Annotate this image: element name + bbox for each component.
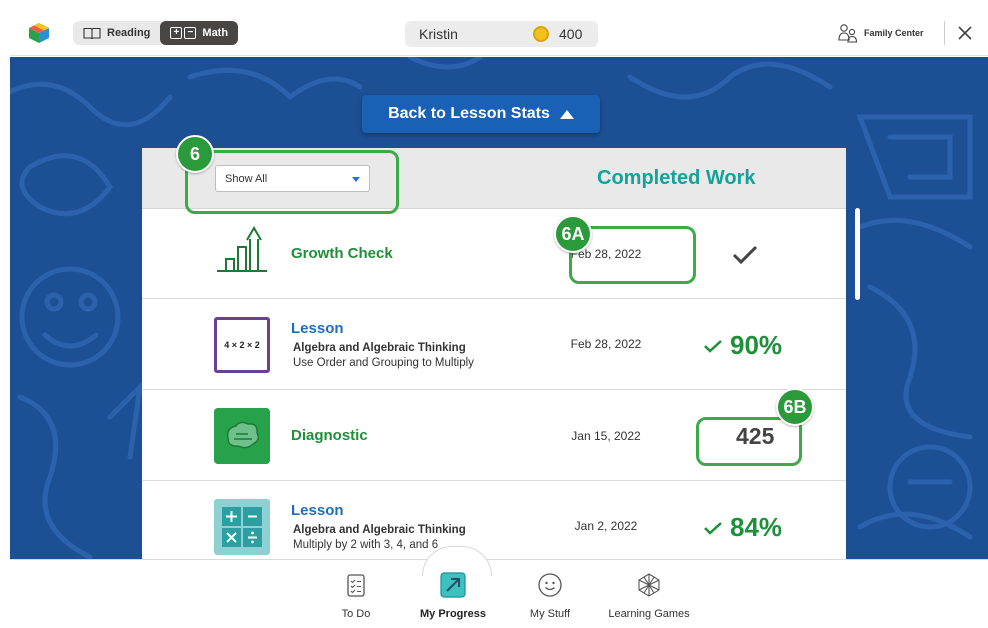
list-item[interactable]: Lesson Algebra and Algebraic Thinking Mu… bbox=[142, 481, 846, 559]
row-subtitle: Algebra and Algebraic Thinking bbox=[293, 524, 466, 536]
lesson-icon-text: 4 × 2 × 2 bbox=[224, 340, 260, 350]
app-window: Reading + − Math Kristin 400 Family Cente… bbox=[0, 0, 988, 628]
list-item[interactable]: Diagnostic Jan 15, 2022 425 bbox=[142, 390, 846, 481]
nav-todo[interactable]: To Do bbox=[306, 560, 406, 628]
subject-tab-math[interactable]: + − Math bbox=[160, 21, 239, 45]
lesson-multiply-icon: 4 × 2 × 2 bbox=[214, 317, 270, 373]
row-score: 90% bbox=[704, 330, 782, 361]
coin-count: 400 bbox=[559, 26, 583, 42]
checkmark-icon bbox=[732, 245, 758, 265]
subject-tab-reading[interactable]: Reading bbox=[73, 21, 160, 45]
back-button-label: Back to Lesson Stats bbox=[388, 105, 550, 122]
back-to-lesson-stats-button[interactable]: Back to Lesson Stats bbox=[362, 95, 600, 133]
subject-switcher: Reading + − Math bbox=[73, 21, 239, 45]
row-detail: Use Order and Grouping to Multiply bbox=[293, 357, 474, 369]
row-date: Jan 15, 2022 bbox=[571, 429, 641, 443]
callout-badge-6b: 6B bbox=[776, 388, 814, 426]
subject-label-math: Math bbox=[202, 27, 229, 39]
nav-my-stuff[interactable]: My Stuff bbox=[500, 560, 600, 628]
score-value: 90% bbox=[730, 330, 783, 360]
list-item[interactable]: Growth Check Feb 28, 2022 bbox=[142, 209, 846, 299]
chevron-down-icon bbox=[352, 177, 360, 182]
nav-learning-games[interactable]: Learning Games bbox=[599, 560, 699, 628]
caret-up-icon bbox=[559, 109, 574, 119]
diagnostic-brain-icon bbox=[214, 408, 270, 464]
nav-label: My Stuff bbox=[529, 608, 571, 620]
math-icon: + − bbox=[170, 27, 197, 39]
row-date: Jan 2, 2022 bbox=[574, 519, 638, 533]
row-detail: Multiply by 2 with 3, 4, and 6 bbox=[293, 539, 439, 551]
callout-badge-6a: 6A bbox=[554, 215, 592, 253]
list-item[interactable]: 4 × 2 × 2 Lesson Algebra and Algebraic T… bbox=[142, 299, 846, 390]
filter-dropdown[interactable]: Show All bbox=[215, 165, 370, 192]
row-title: Diagnostic bbox=[291, 427, 368, 444]
topbar-divider bbox=[944, 21, 945, 45]
row-date: Feb 28, 2022 bbox=[570, 337, 642, 351]
lesson-operations-icon bbox=[214, 499, 270, 555]
top-bar: Reading + − Math Kristin 400 Family Cente… bbox=[10, 10, 988, 56]
check-icon bbox=[704, 339, 722, 353]
row-subtitle: Algebra and Algebraic Thinking bbox=[293, 342, 466, 354]
panel-header: Show All Completed Work bbox=[142, 148, 846, 209]
growth-check-icon bbox=[217, 226, 267, 272]
close-icon[interactable] bbox=[954, 22, 976, 44]
row-title: Growth Check bbox=[291, 245, 393, 262]
family-center-button[interactable]: Family Center bbox=[838, 23, 924, 43]
user-info: Kristin 400 bbox=[405, 21, 598, 47]
book-icon bbox=[83, 27, 101, 39]
subject-label-reading: Reading bbox=[107, 27, 151, 39]
check-icon bbox=[704, 521, 722, 535]
family-center-label: Family Center bbox=[864, 28, 924, 38]
smiley-icon bbox=[538, 573, 562, 597]
nav-label: Learning Games bbox=[608, 608, 690, 620]
callout-badge-6: 6 bbox=[176, 135, 214, 173]
filter-value: Show All bbox=[225, 173, 268, 185]
family-icon bbox=[838, 24, 858, 43]
nav-label: To Do bbox=[341, 608, 371, 620]
diagnostic-score: 425 bbox=[736, 423, 775, 449]
row-score: 84% bbox=[704, 512, 782, 543]
coin-icon bbox=[533, 26, 549, 42]
app-logo-icon[interactable] bbox=[27, 21, 51, 45]
progress-icon bbox=[440, 572, 466, 598]
scrollbar[interactable] bbox=[855, 208, 860, 300]
score-value: 84% bbox=[730, 512, 783, 542]
progress-stage: Back to Lesson Stats Show All Completed … bbox=[10, 57, 988, 559]
completed-work-panel: Show All Completed Work Growth Check Feb… bbox=[142, 148, 846, 559]
todo-icon bbox=[347, 574, 365, 597]
nav-my-progress[interactable]: My Progress bbox=[403, 560, 503, 628]
games-icon bbox=[638, 573, 660, 597]
row-title: Lesson bbox=[291, 502, 344, 519]
bottom-nav: To Do My Progress My Stuff Learning Game… bbox=[10, 546, 988, 628]
row-title: Lesson bbox=[291, 320, 344, 337]
user-name: Kristin bbox=[419, 26, 458, 42]
panel-title: Completed Work bbox=[597, 167, 756, 189]
nav-label: My Progress bbox=[419, 608, 487, 620]
